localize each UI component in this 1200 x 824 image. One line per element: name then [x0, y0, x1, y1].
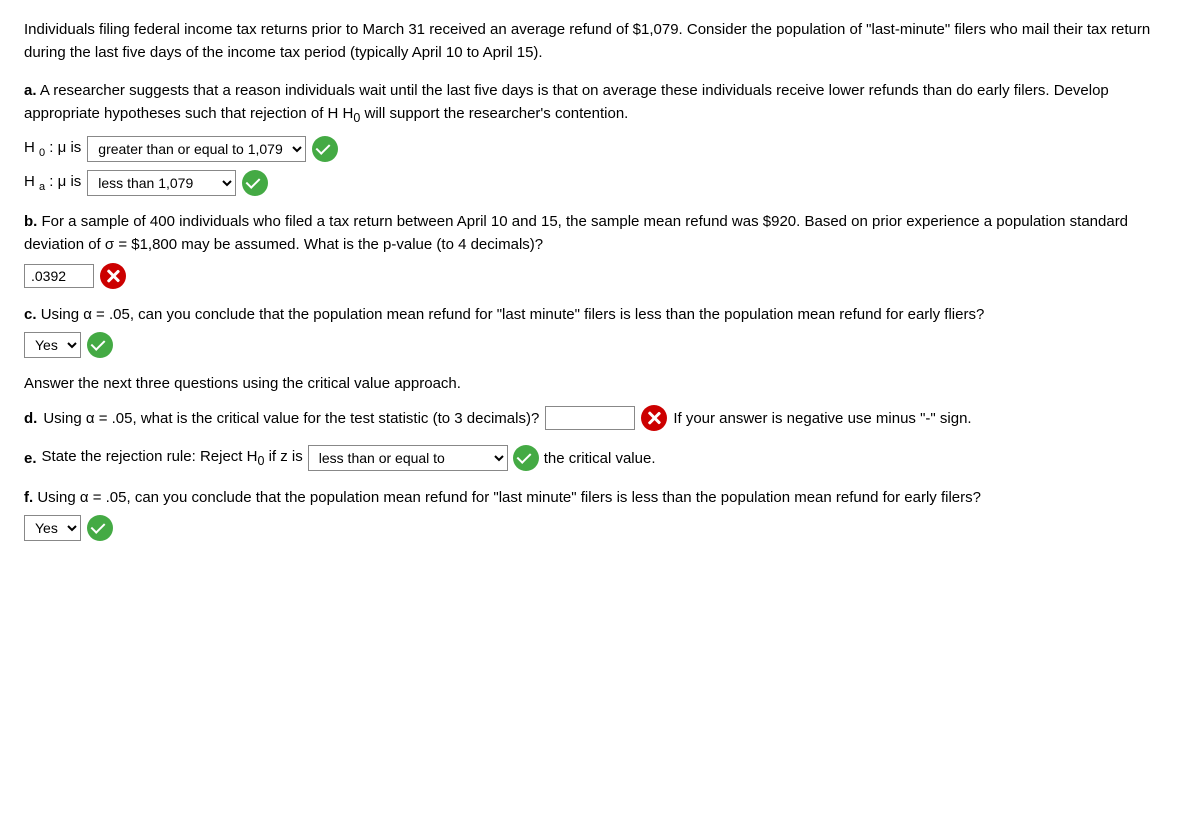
- part-e-label: e.: [24, 447, 37, 470]
- part-a-text: a. A researcher suggests that a reason i…: [24, 79, 1176, 129]
- part-c-label: c.: [24, 306, 37, 323]
- part-b-answer-row: [24, 263, 1176, 289]
- critical-value-intro: Answer the next three questions using th…: [24, 372, 1176, 395]
- h0-symbol: H 0 : μ is: [24, 137, 81, 162]
- part-f-label: f.: [24, 489, 33, 506]
- part-f-section: f. Using α = .05, can you conclude that …: [24, 486, 1176, 541]
- ha-check-icon: [242, 170, 268, 196]
- part-b-section: b. For a sample of 400 individuals who f…: [24, 210, 1176, 289]
- part-c-section: c. Using α = .05, can you conclude that …: [24, 303, 1176, 358]
- part-a-section: a. A researcher suggests that a reason i…: [24, 79, 1176, 197]
- part-b-incorrect-icon: [100, 263, 126, 289]
- intro-paragraph: Individuals filing federal income tax re…: [24, 18, 1176, 65]
- part-c-text: c. Using α = .05, can you conclude that …: [24, 303, 1176, 326]
- part-b-body: For a sample of 400 individuals who file…: [24, 213, 1128, 253]
- part-f-body: Using α = .05, can you conclude that the…: [37, 489, 981, 506]
- part-e-body: State the rejection rule: Reject H0 if z…: [42, 445, 303, 471]
- part-e-section: e. State the rejection rule: Reject H0 i…: [24, 445, 1176, 471]
- part-d-section: d. Using α = .05, what is the critical v…: [24, 405, 1176, 431]
- part-f-text: f. Using α = .05, can you conclude that …: [24, 486, 1176, 509]
- part-f-check-icon: [87, 515, 113, 541]
- part-b-text: b. For a sample of 400 individuals who f…: [24, 210, 1176, 257]
- part-c-body: Using α = .05, can you conclude that the…: [41, 306, 985, 323]
- h0-row: H 0 : μ is greater than or equal to 1,07…: [24, 136, 1176, 162]
- part-a-body2: will support the researcher's contention…: [365, 105, 629, 122]
- part-d-label: d.: [24, 407, 37, 430]
- ha-row: H a : μ is less than 1,079 greater than …: [24, 170, 1176, 196]
- part-c-dropdown[interactable]: Yes No: [24, 332, 81, 358]
- ha-symbol: H a : μ is: [24, 171, 81, 196]
- h0-check-icon: [312, 136, 338, 162]
- part-b-input[interactable]: [24, 264, 94, 288]
- part-e-suffix: the critical value.: [544, 447, 656, 470]
- part-c-check-icon: [87, 332, 113, 358]
- ha-dropdown[interactable]: less than 1,079 greater than 1,079 equal…: [87, 170, 236, 196]
- part-c-answer-row: Yes No: [24, 332, 1176, 358]
- part-d-suffix: If your answer is negative use minus "-"…: [673, 407, 971, 430]
- part-d-incorrect-icon: [641, 405, 667, 431]
- part-e-dropdown[interactable]: less than or equal to greater than or eq…: [308, 445, 508, 471]
- part-a-label: a.: [24, 82, 37, 99]
- part-e-check-icon: [513, 445, 539, 471]
- h0-dropdown[interactable]: greater than or equal to 1,079 less than…: [87, 136, 306, 162]
- part-b-label: b.: [24, 213, 37, 230]
- part-d-body: Using α = .05, what is the critical valu…: [43, 407, 539, 430]
- part-f-dropdown[interactable]: Yes No: [24, 515, 81, 541]
- h0-subscript-ref: H0: [343, 105, 361, 122]
- part-f-answer-row: Yes No: [24, 515, 1176, 541]
- part-d-input[interactable]: [545, 406, 635, 430]
